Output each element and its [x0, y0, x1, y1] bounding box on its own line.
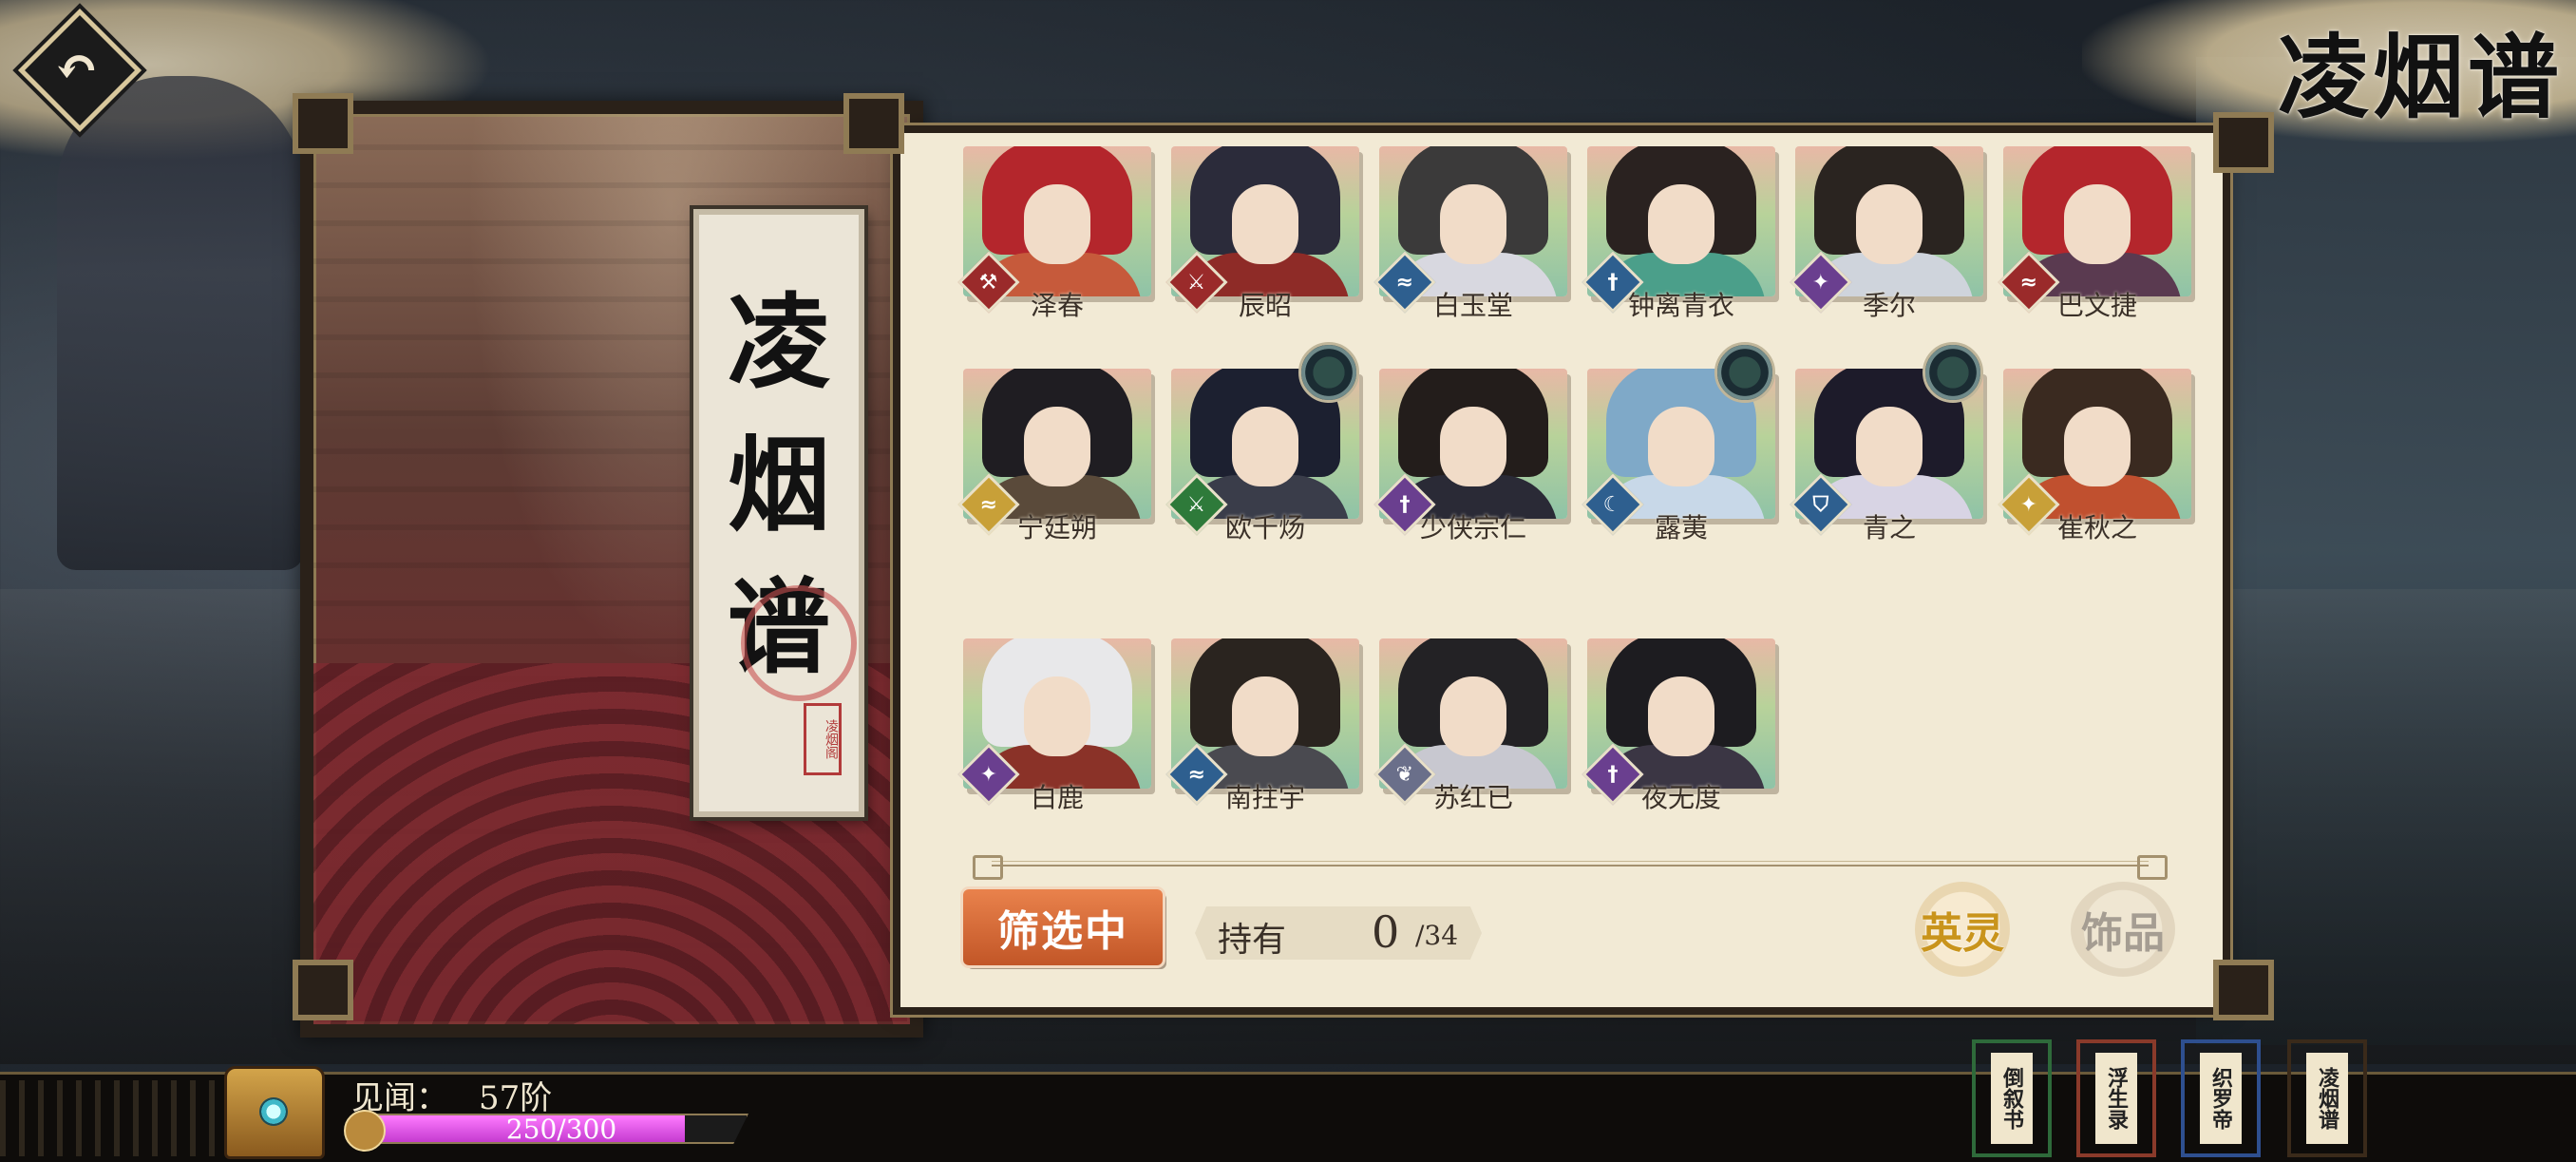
hero-face: [1856, 407, 1923, 486]
corner-ornament: [293, 960, 353, 1020]
divider-line-top: [992, 861, 2149, 862]
cover-title-char-2: 烟: [727, 426, 830, 545]
book-tab-1[interactable]: 倒叙书: [1972, 1039, 2052, 1157]
hero-card[interactable]: ✦ 白鹿: [957, 638, 1151, 813]
hero-face: [1440, 184, 1506, 264]
hero-card[interactable]: ⛉ 青之: [1790, 342, 1983, 543]
book-tab-4[interactable]: 凌烟谱: [2287, 1039, 2367, 1157]
hero-card[interactable]: ≈ 南拄宇: [1165, 638, 1359, 813]
hero-name: 青之: [1862, 512, 1916, 543]
corner-ornament: [2213, 960, 2274, 1020]
xp-level: 57阶: [479, 1079, 553, 1117]
hero-face: [1648, 407, 1714, 486]
tab-heroes[interactable]: 英灵: [1915, 882, 2010, 977]
hero-name: 宁廷朔: [1016, 512, 1097, 543]
xp-progress-bar: 250/300: [374, 1114, 748, 1144]
hero-face: [2064, 184, 2131, 264]
hero-card[interactable]: ⚒ 泽春: [957, 146, 1151, 321]
back-arrow-icon: ↶: [54, 36, 100, 99]
bottom-bar-pattern: [0, 1080, 228, 1156]
hero-card[interactable]: † 钟离青衣: [1582, 146, 1775, 321]
hero-card[interactable]: ≈ 宁廷朔: [957, 369, 1151, 543]
equipment-badge-icon: [1714, 342, 1775, 403]
corner-ornament: [2213, 112, 2274, 173]
hero-face: [1440, 676, 1506, 756]
book-tab-3-label: 织罗帝: [2200, 1053, 2242, 1144]
owned-total: /34: [1415, 920, 1459, 951]
hero-face: [1648, 676, 1714, 756]
hero-face: [1232, 184, 1298, 264]
panel-divider: [973, 855, 2168, 880]
hero-card[interactable]: ⚔ 辰昭: [1165, 146, 1359, 321]
tab-ornaments[interactable]: 饰品: [2071, 882, 2175, 977]
hero-face: [2064, 407, 2131, 486]
hero-card[interactable]: ⚔ 欧千炀: [1165, 342, 1359, 543]
hero-name: 露荑: [1654, 512, 1708, 543]
book-cover-panel: 凌 烟 谱 凌烟阁: [300, 101, 923, 1038]
cover-title-char-1: 凌: [727, 283, 830, 403]
red-seal-circle: [741, 585, 857, 701]
hero-name: 泽春: [1030, 290, 1084, 321]
hero-face: [1856, 184, 1923, 264]
owned-value: 0: [1372, 906, 1400, 958]
hero-name: 少侠宗仁: [1419, 512, 1526, 543]
hero-face: [1232, 407, 1298, 486]
equipment-badge-icon: [1298, 342, 1359, 403]
hero-card[interactable]: ❦ 苏红已: [1373, 638, 1567, 813]
hero-name: 季尔: [1862, 290, 1916, 321]
corner-ornament: [843, 93, 904, 154]
hero-card[interactable]: ≈ 白玉堂: [1373, 146, 1567, 321]
treasure-chest-icon[interactable]: [224, 1066, 325, 1159]
hero-name: 辰昭: [1238, 290, 1292, 321]
hero-name: 白鹿: [1030, 782, 1084, 813]
back-button[interactable]: ↶: [17, 8, 142, 133]
chest-gem-icon: [259, 1097, 288, 1126]
hero-face: [1024, 184, 1090, 264]
hero-name: 南拄宇: [1224, 782, 1305, 813]
owned-counter: 持有 0 /34: [1195, 906, 1482, 960]
quill-icon: [344, 1110, 386, 1152]
hero-face: [1648, 184, 1714, 264]
hero-card[interactable]: ✦ 季尔: [1790, 146, 1983, 321]
hero-face: [1232, 676, 1298, 756]
hero-face: [1024, 676, 1090, 756]
hero-name: 钟离青衣: [1627, 290, 1734, 321]
cover-title-scroll: 凌 烟 谱 凌烟阁: [693, 209, 864, 817]
hero-name: 巴文捷: [2056, 290, 2137, 321]
owned-label: 持有: [1218, 921, 1287, 960]
divider-end-right: [2137, 855, 2168, 880]
hero-name: 崔秋之: [2056, 512, 2137, 543]
hero-name: 欧千炀: [1224, 512, 1305, 543]
hero-face: [1440, 407, 1506, 486]
hero-name: 白玉堂: [1432, 290, 1513, 321]
hero-face: [1024, 407, 1090, 486]
background-pillar: [57, 76, 304, 570]
hero-card[interactable]: † 少侠宗仁: [1373, 369, 1567, 543]
hero-card[interactable]: † 夜无度: [1582, 638, 1775, 813]
corner-ornament: [293, 93, 353, 154]
book-tab-3[interactable]: 织罗帝: [2181, 1039, 2261, 1157]
red-stamp: 凌烟阁: [804, 703, 842, 775]
filter-button[interactable]: 筛选中: [963, 889, 1163, 965]
book-tab-2-label: 浮生录: [2095, 1053, 2137, 1144]
hero-name: 夜无度: [1640, 782, 1721, 813]
hero-card[interactable]: ≈ 巴文捷: [1998, 146, 2191, 321]
divider-end-left: [973, 855, 1003, 880]
hero-collection-panel: ⚒ 泽春 ⚔ 辰昭 ≈ 白玉堂 † 钟离青衣 ✦ 季尔 ≈ 巴文捷 ≈ 宁廷朔 ⚔ 欧千炀 † 少侠宗仁 ☾ 露荑 ⛉ 青…: [900, 133, 2223, 1007]
hero-name: 苏红已: [1432, 782, 1513, 813]
hero-card[interactable]: ☾ 露荑: [1582, 342, 1775, 543]
divider-line: [992, 865, 2149, 867]
book-tab-2[interactable]: 浮生录: [2076, 1039, 2156, 1157]
book-tab-4-label: 凌烟谱: [2306, 1053, 2348, 1144]
page-title: 凌烟谱: [2278, 24, 2563, 131]
book-tab-1-label: 倒叙书: [1991, 1053, 2033, 1144]
hero-card[interactable]: ✦ 崔秋之: [1998, 369, 2191, 543]
equipment-badge-icon: [1923, 342, 1983, 403]
xp-progress-text: 250/300: [505, 1114, 617, 1145]
